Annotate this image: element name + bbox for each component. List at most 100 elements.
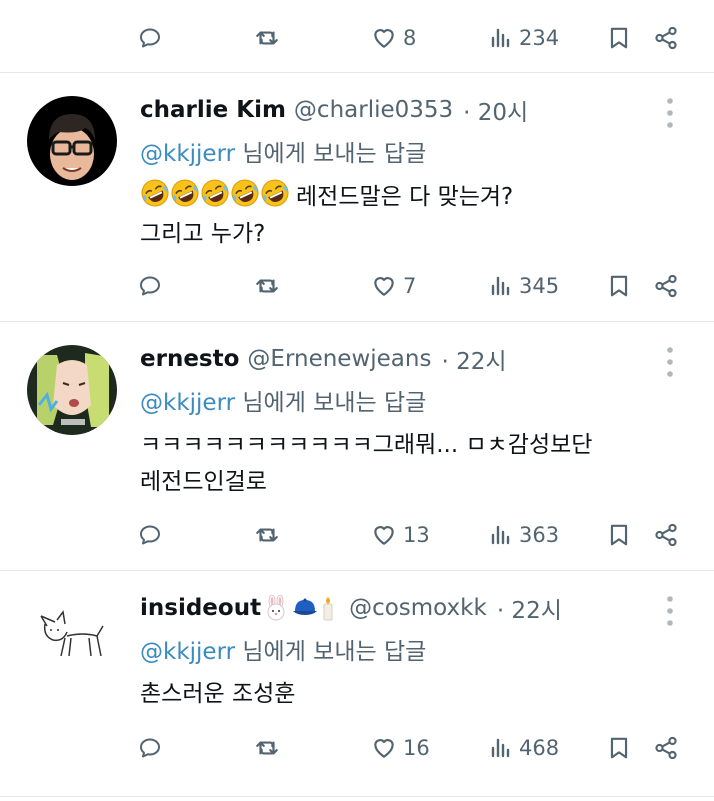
- like-count: 16: [403, 736, 430, 760]
- top-action-bar: 8 234: [0, 18, 714, 58]
- bookmark-button[interactable]: [606, 515, 632, 555]
- share-button[interactable]: [653, 266, 679, 306]
- like-button[interactable]: 8: [371, 18, 416, 58]
- divider: [0, 321, 714, 322]
- reply-button[interactable]: [138, 515, 162, 555]
- timestamp[interactable]: · 22시: [497, 591, 562, 625]
- tweet-text-line: 레전드말은 다 맞는겨?: [296, 184, 514, 210]
- bookmark-button[interactable]: [606, 18, 632, 58]
- views-button[interactable]: 468: [489, 728, 559, 768]
- avatar[interactable]: [27, 594, 117, 684]
- reply-header: ernesto @Ernenewjeans · 22시: [140, 343, 507, 375]
- reply-icon: [138, 736, 162, 760]
- user-handle[interactable]: @Ernenewjeans: [247, 346, 431, 372]
- like-button[interactable]: 13: [371, 515, 430, 555]
- avatar[interactable]: [27, 96, 117, 186]
- retweet-button[interactable]: [254, 18, 280, 58]
- share-icon: [653, 273, 679, 299]
- views-count: 234: [519, 26, 560, 50]
- action-bar: 7 345: [0, 266, 714, 306]
- views-icon: [489, 274, 513, 298]
- emoji-run: [140, 178, 290, 208]
- views-count: 345: [519, 274, 560, 298]
- reply-icon: [138, 523, 162, 547]
- divider: [0, 796, 714, 797]
- retweet-button[interactable]: [254, 515, 280, 555]
- blue-cap-icon: [293, 598, 318, 615]
- more-options-icon[interactable]: [660, 594, 680, 628]
- retweet-icon: [254, 735, 280, 761]
- retweet-button[interactable]: [254, 266, 280, 306]
- views-button[interactable]: 345: [489, 266, 559, 306]
- reply-header: insideout @cosmoxkk · 22시: [140, 592, 562, 624]
- reply-button[interactable]: [138, 266, 162, 306]
- tweet-text-line: 촌스러운 조성훈: [140, 681, 296, 707]
- share-button[interactable]: [653, 728, 679, 768]
- retweet-icon: [254, 25, 280, 51]
- name-emoji: [263, 595, 337, 621]
- bookmark-icon: [606, 522, 632, 548]
- heart-icon: [371, 735, 397, 761]
- retweet-button[interactable]: [254, 728, 280, 768]
- rofl-emoji-icon: [200, 178, 230, 208]
- display-name[interactable]: insideout: [140, 595, 261, 621]
- bookmark-icon: [606, 735, 632, 761]
- bookmark-button[interactable]: [606, 728, 632, 768]
- rofl-emoji-icon: [230, 178, 260, 208]
- timestamp[interactable]: · 20시: [463, 93, 528, 127]
- views-count: 468: [519, 736, 560, 760]
- timestamp[interactable]: · 22시: [441, 342, 506, 376]
- tweet-text: ㅋㅋㅋㅋㅋㅋㅋㅋㅋㅋㅋ그래뭐... ㅁㅊ감성보단 레전드인걸로: [140, 427, 592, 501]
- divider: [0, 72, 714, 73]
- bookmark-button[interactable]: [606, 266, 632, 306]
- replying-to-suffix: 님에게 보내는 답글: [235, 639, 427, 665]
- like-count: 8: [403, 26, 417, 50]
- user-handle[interactable]: @charlie0353: [294, 97, 453, 123]
- reply-header: charlie Kim @charlie0353 · 20시: [140, 94, 528, 126]
- user-handle[interactable]: @cosmoxkk: [349, 595, 487, 621]
- heart-icon: [371, 273, 397, 299]
- mention-link[interactable]: @kkjjerr: [140, 390, 235, 416]
- reply-button[interactable]: [138, 728, 162, 768]
- share-button[interactable]: [653, 18, 679, 58]
- share-icon: [653, 25, 679, 51]
- views-button[interactable]: 363: [489, 515, 559, 555]
- divider: [0, 570, 714, 571]
- tweet-text-line: ㅋㅋㅋㅋㅋㅋㅋㅋㅋㅋㅋ그래뭐... ㅁㅊ감성보단: [140, 432, 593, 458]
- display-name[interactable]: charlie Kim: [140, 97, 286, 123]
- mention-link[interactable]: @kkjjerr: [140, 141, 235, 167]
- cat-doodle-avatar-image: [27, 594, 117, 684]
- tweet-text-line: 그리고 누가?: [140, 221, 266, 247]
- anime-avatar-image: [27, 345, 117, 435]
- candle-icon: [323, 597, 333, 621]
- reply-icon: [138, 26, 162, 50]
- share-icon: [653, 735, 679, 761]
- reply-icon: [138, 274, 162, 298]
- share-button[interactable]: [653, 515, 679, 555]
- replying-to-line: @kkjjerr 님에게 보내는 답글: [140, 134, 426, 168]
- like-button[interactable]: 7: [371, 266, 416, 306]
- like-count: 7: [403, 274, 417, 298]
- more-options-icon[interactable]: [660, 345, 680, 379]
- rofl-emoji-icon: [170, 178, 200, 208]
- like-button[interactable]: 16: [371, 728, 430, 768]
- tweet-text-line: 레전드인걸로: [140, 469, 267, 495]
- avatar[interactable]: [27, 345, 117, 435]
- reply-button[interactable]: [138, 18, 162, 58]
- action-bar: 16 468: [0, 728, 714, 768]
- action-bar: 13 363: [0, 515, 714, 555]
- reply-tweet[interactable]: charlie Kim @charlie0353 · 20시 @kkjjerr …: [0, 94, 714, 319]
- replying-to-suffix: 님에게 보내는 답글: [235, 390, 427, 416]
- reply-tweet[interactable]: insideout @cosmoxkk · 22시 @kkjjerr 님에게 보…: [0, 592, 714, 792]
- heart-icon: [371, 25, 397, 51]
- views-icon: [489, 26, 513, 50]
- mention-link[interactable]: @kkjjerr: [140, 639, 235, 665]
- more-options-icon[interactable]: [660, 96, 680, 130]
- views-icon: [489, 523, 513, 547]
- share-icon: [653, 522, 679, 548]
- display-name[interactable]: ernesto: [140, 346, 239, 372]
- views-button[interactable]: 234: [489, 18, 559, 58]
- rofl-emoji-icon: [260, 178, 290, 208]
- bookmark-icon: [606, 273, 632, 299]
- reply-tweet[interactable]: ernesto @Ernenewjeans · 22시 @kkjjerr 님에게…: [0, 343, 714, 568]
